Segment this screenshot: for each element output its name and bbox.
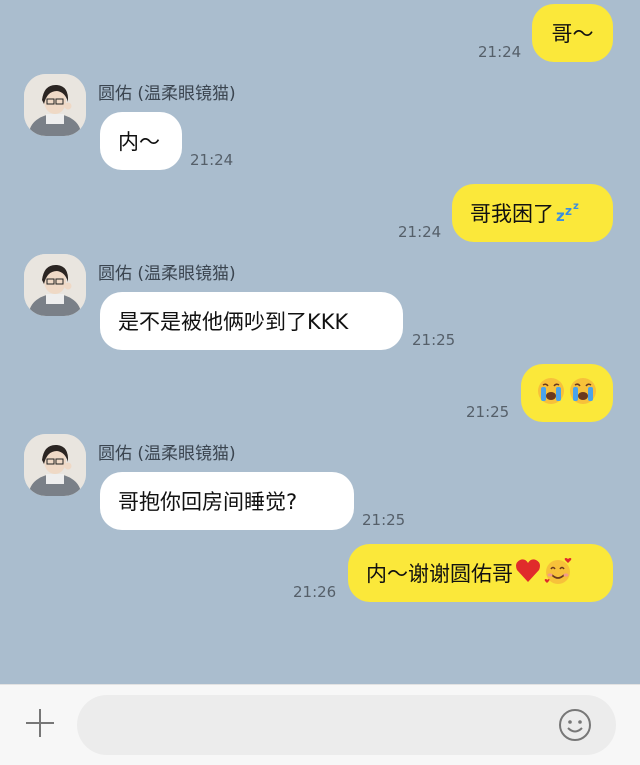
message-time: 21:24 — [190, 151, 234, 169]
chat-area[interactable]: 哥～ 21:24 圆佑 (温柔眼镜猫) 内～ 21:24 哥我困了 z z z … — [0, 0, 640, 684]
message-text: 是不是被他俩吵到了KKK — [118, 310, 349, 334]
message-time: 21:25 — [412, 331, 456, 349]
svg-text:z: z — [565, 204, 572, 218]
message-bubble-outgoing[interactable]: 哥～ — [532, 4, 613, 62]
message-bubble-incoming[interactable]: 哥抱你回房间睡觉? — [100, 472, 354, 530]
heart-icon — [515, 557, 573, 590]
emoji-icon[interactable] — [558, 708, 592, 742]
message-text: 哥～ — [551, 22, 594, 46]
message-text: 哥抱你回房间睡觉? — [118, 490, 298, 514]
message-bubble-outgoing[interactable]: 内～谢谢圆佑哥 — [348, 544, 613, 602]
contact-name: 圆佑 (温柔眼镜猫) — [98, 264, 236, 284]
avatar[interactable] — [24, 254, 86, 316]
contact-name: 圆佑 (温柔眼镜猫) — [98, 444, 236, 464]
message-time: 21:24 — [478, 43, 522, 61]
message-time: 21:24 — [398, 223, 442, 241]
message-time: 21:25 — [362, 511, 406, 529]
message-text: 内～ — [118, 130, 160, 154]
avatar[interactable] — [24, 434, 86, 496]
message-text: 内～谢谢圆佑哥 — [366, 562, 513, 586]
message-text: 哥我困了 — [470, 202, 554, 226]
crying-face-icon — [536, 376, 600, 411]
avatar-photo — [24, 74, 86, 136]
plus-icon[interactable] — [24, 707, 56, 739]
avatar-photo — [24, 254, 86, 316]
message-bubble-incoming[interactable]: 内～ — [100, 112, 182, 170]
message-time: 21:26 — [293, 583, 337, 601]
avatar[interactable] — [24, 74, 86, 136]
sleeping-zzz-icon: z z z — [556, 199, 586, 228]
avatar-photo — [24, 434, 86, 496]
message-bubble-outgoing[interactable] — [521, 364, 613, 422]
message-bubble-incoming[interactable]: 是不是被他俩吵到了KKK — [100, 292, 403, 350]
contact-name: 圆佑 (温柔眼镜猫) — [98, 84, 236, 104]
message-input[interactable] — [77, 695, 616, 755]
composer-bar — [0, 684, 640, 765]
svg-text:z: z — [573, 201, 579, 212]
message-time: 21:25 — [466, 403, 510, 421]
svg-text:z: z — [556, 207, 565, 223]
message-bubble-outgoing[interactable]: 哥我困了 z z z — [452, 184, 613, 242]
